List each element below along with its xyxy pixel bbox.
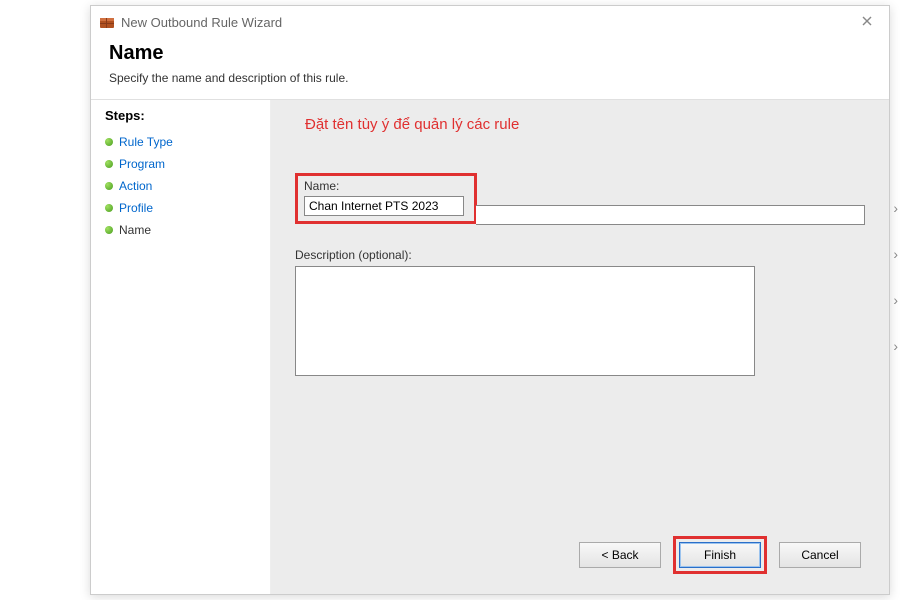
steps-heading: Steps: bbox=[105, 108, 270, 123]
dialog-body: Steps: Rule Type Program Action Profile … bbox=[91, 100, 889, 594]
chevron-right-icon: › bbox=[893, 292, 898, 308]
chevron-right-icon: › bbox=[893, 338, 898, 354]
step-label: Profile bbox=[119, 201, 153, 215]
bullet-icon bbox=[105, 138, 113, 146]
bullet-icon bbox=[105, 204, 113, 212]
bullet-icon bbox=[105, 182, 113, 190]
page-title: Name bbox=[109, 42, 871, 65]
header: Name Specify the name and description of… bbox=[91, 38, 889, 100]
step-label: Name bbox=[119, 223, 151, 237]
button-row: < Back Finish Cancel bbox=[295, 524, 865, 582]
description-textarea[interactable] bbox=[295, 266, 755, 376]
name-label: Name: bbox=[304, 179, 468, 193]
step-program[interactable]: Program bbox=[105, 153, 270, 175]
name-input[interactable] bbox=[304, 196, 464, 216]
step-label: Program bbox=[119, 157, 165, 171]
page-subtitle: Specify the name and description of this… bbox=[109, 71, 871, 85]
back-button[interactable]: < Back bbox=[579, 542, 661, 568]
name-highlight-box: Name: bbox=[295, 173, 477, 224]
edge-decorations: › › › › bbox=[893, 200, 898, 354]
chevron-right-icon: › bbox=[893, 246, 898, 262]
cancel-button[interactable]: Cancel bbox=[779, 542, 861, 568]
chevron-right-icon: › bbox=[893, 200, 898, 216]
step-name[interactable]: Name bbox=[105, 219, 270, 241]
description-group: Description (optional): bbox=[295, 248, 865, 379]
bullet-icon bbox=[105, 160, 113, 168]
name-input-extension[interactable] bbox=[476, 205, 865, 225]
description-label: Description (optional): bbox=[295, 248, 865, 262]
step-action[interactable]: Action bbox=[105, 175, 270, 197]
steps-sidebar: Steps: Rule Type Program Action Profile … bbox=[91, 100, 271, 594]
finish-button[interactable]: Finish bbox=[679, 542, 761, 568]
step-label: Rule Type bbox=[119, 135, 173, 149]
annotation-text: Đặt tên tùy ý để quản lý các rule bbox=[305, 116, 865, 133]
bullet-icon bbox=[105, 226, 113, 234]
wizard-dialog: New Outbound Rule Wizard Name Specify th… bbox=[90, 5, 890, 595]
titlebar: New Outbound Rule Wizard bbox=[91, 6, 889, 38]
finish-highlight-box: Finish bbox=[673, 536, 767, 574]
main-panel: Đặt tên tùy ý để quản lý các rule Name: … bbox=[271, 100, 889, 594]
name-field-row: Name: bbox=[295, 173, 865, 238]
step-rule-type[interactable]: Rule Type bbox=[105, 131, 270, 153]
close-button[interactable] bbox=[853, 12, 881, 32]
window-title: New Outbound Rule Wizard bbox=[121, 15, 282, 30]
close-icon bbox=[862, 13, 872, 31]
step-profile[interactable]: Profile bbox=[105, 197, 270, 219]
step-label: Action bbox=[119, 179, 152, 193]
firewall-icon bbox=[99, 14, 115, 30]
